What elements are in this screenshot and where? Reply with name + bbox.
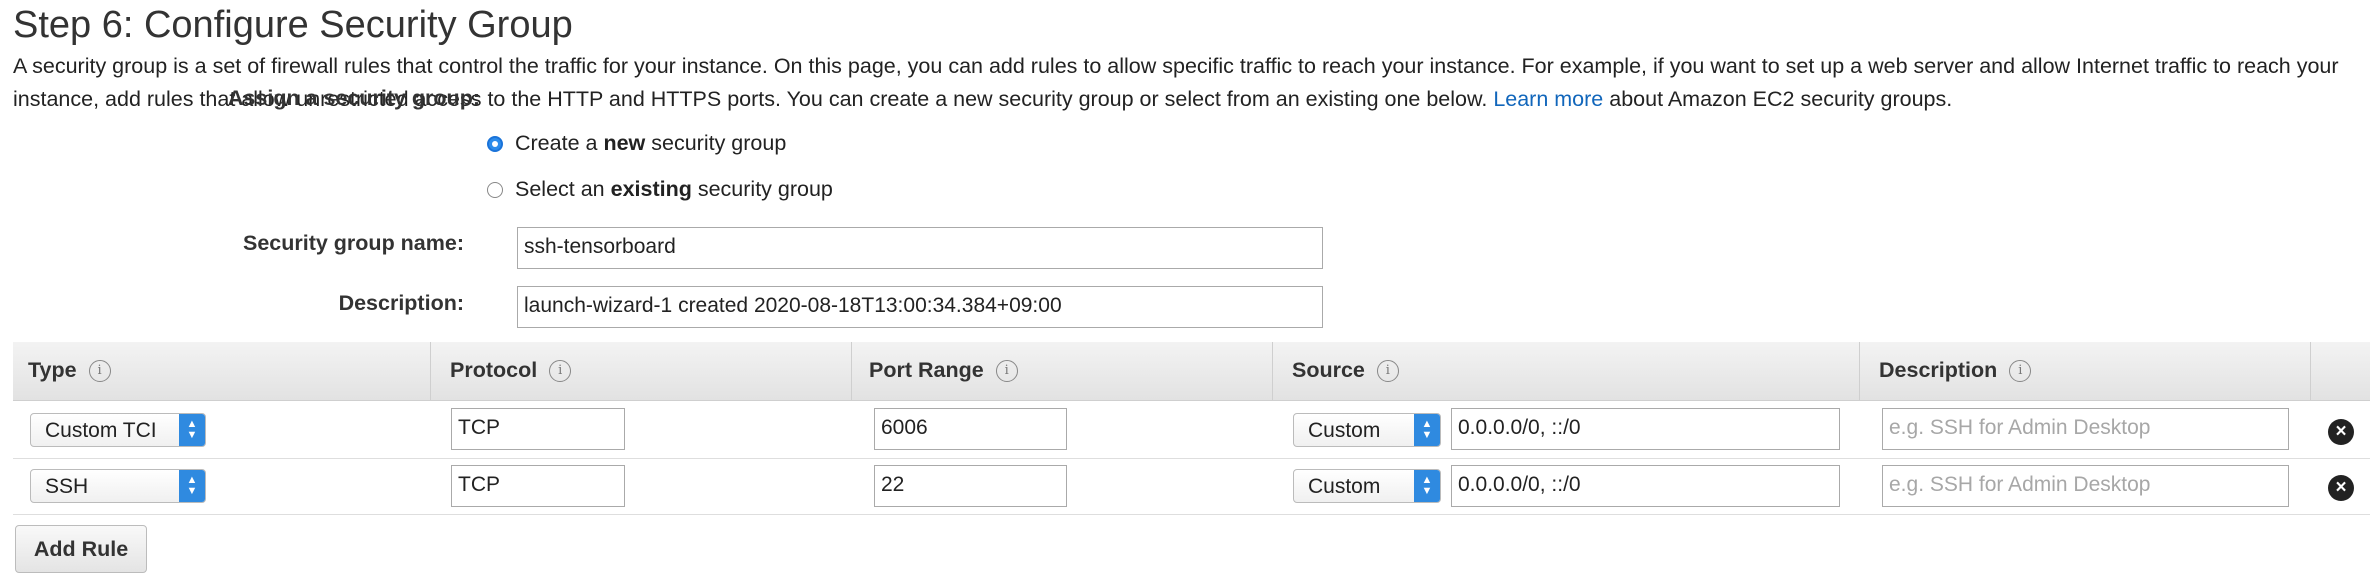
rule-description-input[interactable]: e.g. SSH for Admin Desktop: [1882, 408, 2289, 450]
header-source: Source i: [1292, 358, 1399, 383]
radio-unselected-icon[interactable]: [487, 181, 503, 198]
column-divider: [1859, 342, 1860, 400]
column-divider: [2310, 342, 2311, 400]
header-type: Type i: [28, 358, 111, 383]
security-group-name-label: Security group name:: [242, 231, 464, 255]
source-select[interactable]: Custom ▲ ▼: [1293, 469, 1441, 503]
info-icon[interactable]: i: [2009, 359, 2032, 382]
remove-rule-icon[interactable]: ×: [2328, 419, 2354, 445]
source-select[interactable]: Custom ▲ ▼: [1293, 413, 1441, 447]
rule-description-input[interactable]: e.g. SSH for Admin Desktop: [1882, 465, 2289, 507]
info-icon[interactable]: i: [549, 359, 572, 382]
source-cidr-input[interactable]: 0.0.0.0/0, ::/0: [1451, 408, 1840, 450]
row-divider: [13, 514, 2370, 515]
port-range-input[interactable]: 6006: [874, 408, 1067, 450]
page-title: Step 6: Configure Security Group: [13, 4, 573, 46]
header-description: Description i: [1879, 358, 2032, 383]
info-icon[interactable]: i: [995, 359, 1018, 382]
assign-security-group-label: Assign a security group:: [227, 86, 480, 110]
source-cidr-input[interactable]: 0.0.0.0/0, ::/0: [1451, 465, 1840, 507]
info-icon[interactable]: i: [1376, 359, 1399, 382]
column-divider: [430, 342, 431, 400]
type-select[interactable]: SSH ▲ ▼: [30, 469, 206, 503]
radio-select-existing-label: Select an existing security group: [515, 177, 833, 201]
radio-create-new-group[interactable]: Create a new security group: [487, 131, 786, 156]
port-range-input[interactable]: 22: [874, 465, 1067, 507]
header-protocol: Protocol i: [450, 358, 572, 383]
radio-select-existing-group[interactable]: Select an existing security group: [487, 177, 833, 202]
description-label: Description:: [338, 291, 464, 315]
chevron-updown-icon: ▲ ▼: [179, 470, 205, 502]
description-input[interactable]: launch-wizard-1 created 2020-08-18T13:00…: [517, 286, 1323, 328]
radio-create-new-label: Create a new security group: [515, 131, 787, 155]
chevron-updown-icon: ▲ ▼: [179, 414, 205, 446]
column-divider: [1272, 342, 1273, 400]
chevron-updown-icon: ▲ ▼: [1414, 414, 1440, 446]
column-divider: [851, 342, 852, 400]
add-rule-button[interactable]: Add Rule: [15, 525, 147, 573]
security-group-name-input[interactable]: ssh-tensorboard: [517, 227, 1323, 269]
type-select[interactable]: Custom TCI ▲ ▼: [30, 413, 206, 447]
radio-selected-icon[interactable]: [487, 135, 503, 152]
intro-suffix: about Amazon EC2 security groups.: [1609, 87, 1953, 111]
protocol-field: TCP: [451, 408, 625, 450]
info-icon[interactable]: i: [88, 359, 111, 382]
learn-more-link[interactable]: Learn more: [1493, 87, 1603, 111]
remove-rule-icon[interactable]: ×: [2328, 475, 2354, 501]
chevron-updown-icon: ▲ ▼: [1414, 470, 1440, 502]
protocol-field: TCP: [451, 465, 625, 507]
header-port-range: Port Range i: [869, 358, 1018, 383]
row-divider: [13, 458, 2370, 459]
